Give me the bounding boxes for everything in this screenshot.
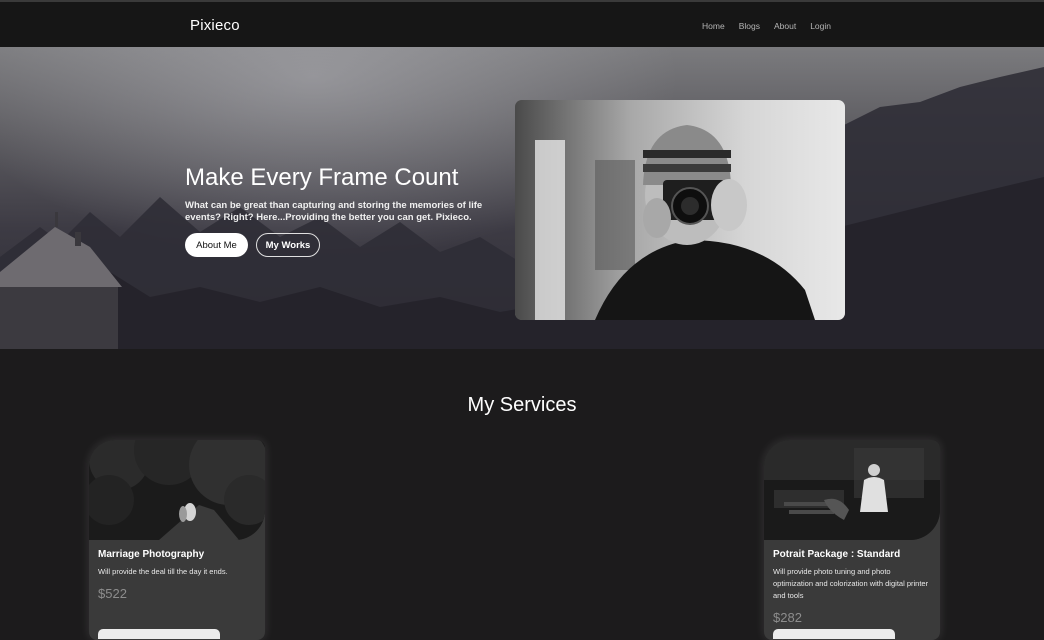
service-card-button[interactable] — [98, 629, 220, 639]
about-me-button[interactable]: About Me — [185, 233, 248, 257]
portrait-photo — [764, 440, 940, 540]
brand-logo[interactable]: Pixieco — [190, 17, 240, 34]
nav-link-login[interactable]: Login — [810, 21, 831, 31]
nav-link-home[interactable]: Home — [702, 21, 725, 31]
service-card-price: $522 — [98, 586, 127, 601]
hero-title: Make Every Frame Count — [185, 164, 459, 191]
hero-subtitle: What can be great than capturing and sto… — [185, 200, 483, 223]
nav-link-about[interactable]: About — [774, 21, 796, 31]
service-card-description: Will provide the deal till the day it en… — [98, 567, 228, 576]
navbar: Pixieco Home Blogs About Login — [0, 0, 1044, 47]
service-card-price: $282 — [773, 610, 802, 625]
photographer-image — [515, 100, 845, 320]
service-card-portrait: Potrait Package : Standard Will provide … — [764, 440, 940, 640]
nav-link-blogs[interactable]: Blogs — [739, 21, 760, 31]
my-works-button[interactable]: My Works — [256, 233, 320, 257]
services-title: My Services — [467, 394, 577, 416]
service-card-description: Will provide photo tuning and photo opti… — [773, 567, 929, 600]
service-card-title: Marriage Photography — [98, 549, 205, 560]
nav-links: Home Blogs About Login — [702, 21, 831, 31]
service-card-marriage: Marriage Photography Will provide the de… — [89, 440, 265, 640]
hero-section: Make Every Frame Count What can be great… — [0, 47, 1044, 349]
wedding-photo — [89, 440, 265, 540]
service-card-title: Potrait Package : Standard — [773, 549, 901, 560]
service-card-button[interactable] — [773, 629, 895, 639]
